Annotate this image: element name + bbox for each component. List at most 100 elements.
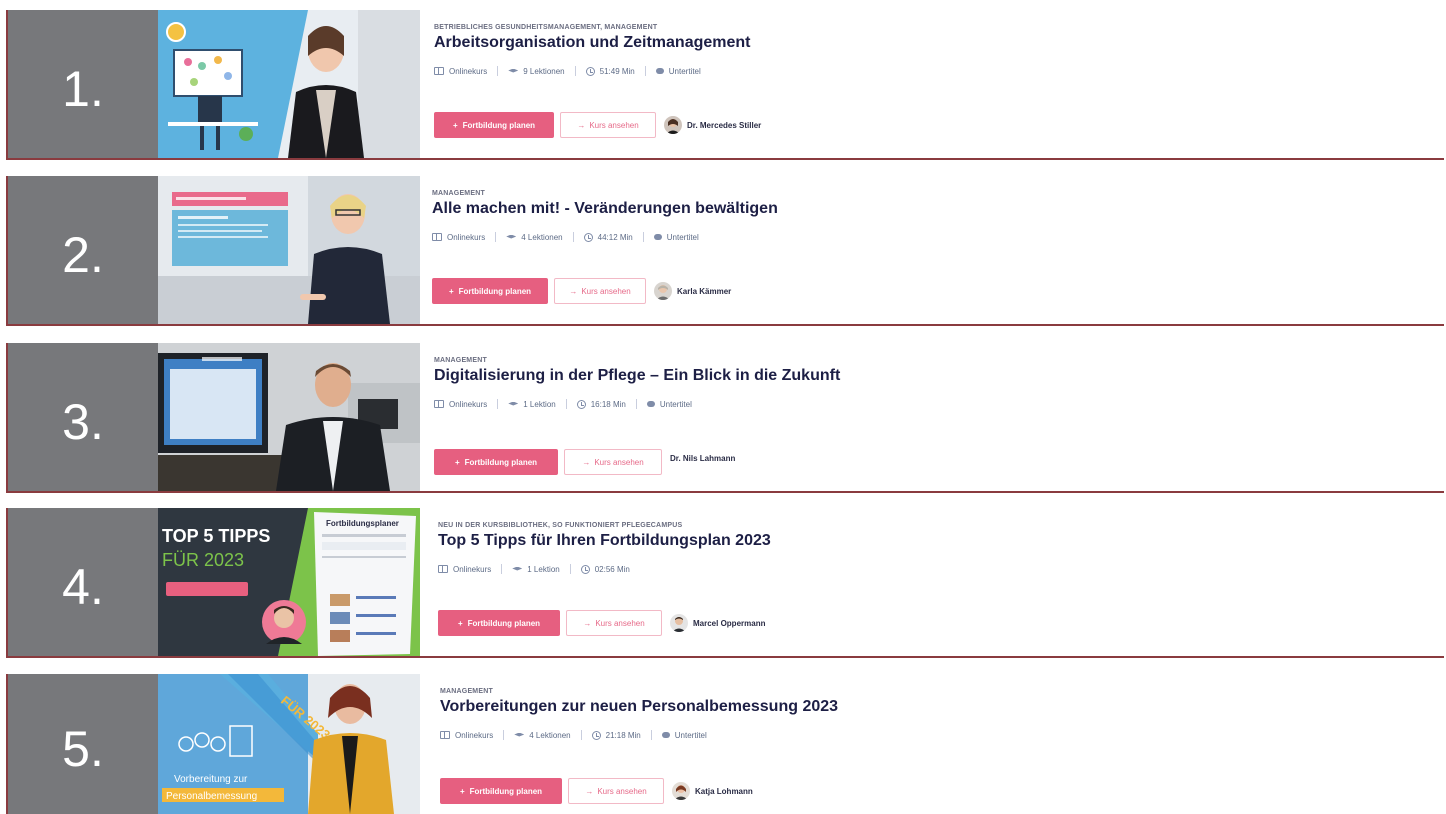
course-thumbnail[interactable] <box>158 343 420 491</box>
plan-training-button[interactable]: + Fortbildung planen <box>438 610 560 636</box>
subtitle-icon <box>646 401 655 407</box>
arrow-right-icon: → <box>585 786 594 796</box>
author-name[interactable]: Dr. Mercedes Stiller <box>687 121 761 130</box>
course-actions: + Fortbildung planen → Kurs ansehen Dr. Ni… <box>434 449 735 475</box>
plan-training-button[interactable]: + Fortbildung planen <box>434 449 558 475</box>
course-info: Management Vorbereitungen zur neuen Pers… <box>440 674 1444 812</box>
view-course-button[interactable]: → Kurs ansehen <box>568 778 664 804</box>
meta-separator <box>497 66 499 76</box>
course-row: 4. Fortbildungsplaner TOP 5 TIPPS FÜR 20… <box>6 508 1444 658</box>
thumb-screen-title: Fortbildungsplaner <box>326 519 399 528</box>
meta-separator <box>501 564 503 574</box>
plan-training-button[interactable]: + Fortbildung planen <box>440 778 562 804</box>
course-title[interactable]: Digitalisierung in der Pflege – Ein Blic… <box>434 367 840 385</box>
subtitle-icon <box>653 234 662 240</box>
course-row: 2. Management Alle machen mit! - Verände… <box>6 176 1444 326</box>
course-category: Management <box>440 688 493 695</box>
course-duration: 02:56 Min <box>594 564 630 574</box>
course-subtitle-flag: Untertitel <box>659 399 692 409</box>
subtitle-icon <box>661 732 670 738</box>
thumb-subheadline: FÜR 2023 <box>162 550 244 570</box>
course-subtitle-flag: Untertitel <box>666 232 699 242</box>
course-row: 5. FÜR 2023 Vorbereitung zur Personalbem… <box>6 674 1444 814</box>
meta-separator <box>644 66 646 76</box>
plus-icon: + <box>459 786 465 796</box>
thumb-headline: TOP 5 TIPPS <box>162 526 270 546</box>
rank-number: 5. <box>8 674 158 814</box>
row-divider <box>6 491 1444 493</box>
book-icon <box>440 731 450 739</box>
author-avatar <box>654 282 672 300</box>
course-thumbnail[interactable]: Fortbildungsplaner TOP 5 TIPPS FÜR 2023 <box>158 508 420 656</box>
view-course-button[interactable]: → Kurs ansehen <box>554 278 646 304</box>
course-title[interactable]: Top 5 Tipps für Ihren Fortbildungsplan 2… <box>438 532 771 550</box>
meta-separator <box>503 730 505 740</box>
view-course-button[interactable]: → Kurs ansehen <box>566 610 662 636</box>
author-name[interactable]: Karla Kämmer <box>677 287 731 296</box>
clock-icon <box>576 399 586 409</box>
course-info: Management Alle machen mit! - Veränderun… <box>432 176 1444 324</box>
course-category: Betriebliches Gesundheitsmanagement, Man… <box>434 24 658 31</box>
course-duration: 44:12 Min <box>597 232 633 242</box>
course-info: Neu in der Kursbibliothek, So funktionie… <box>438 508 1444 656</box>
rank-number: 4. <box>8 508 158 656</box>
graduation-cap-icon <box>506 234 517 239</box>
meta-separator <box>572 232 574 242</box>
book-icon <box>434 400 444 408</box>
course-title[interactable]: Vorbereitungen zur neuen Personalbemessu… <box>440 698 838 716</box>
course-duration: 16:18 Min <box>590 399 626 409</box>
course-thumbnail[interactable] <box>158 10 420 158</box>
plus-icon: + <box>457 618 463 628</box>
graduation-cap-icon <box>512 566 523 571</box>
view-course-button[interactable]: → Kurs ansehen <box>564 449 662 475</box>
thumb-caption-line2: Personalbemessung <box>166 791 257 802</box>
rank-number: 2. <box>8 176 158 324</box>
book-icon <box>434 67 444 75</box>
arrow-right-icon: → <box>583 618 592 628</box>
course-type: Onlinekurs <box>447 232 486 242</box>
row-divider <box>6 324 1444 326</box>
course-type: Onlinekurs <box>449 399 488 409</box>
course-meta: Onlinekurs 1 Lektion 02:56 Min <box>438 564 630 574</box>
course-subtitle-flag: Untertitel <box>674 730 707 740</box>
author-avatar <box>672 782 690 800</box>
course-lessons: 9 Lektionen <box>523 66 565 76</box>
author-name[interactable]: Katja Lohmann <box>695 787 753 796</box>
meta-separator <box>569 564 571 574</box>
book-icon <box>432 233 442 241</box>
course-title[interactable]: Arbeitsorganisation und Zeitmanagement <box>434 34 750 52</box>
plan-training-button[interactable]: + Fortbildung planen <box>432 278 548 304</box>
plus-icon: + <box>448 286 454 296</box>
arrow-right-icon: → <box>569 286 578 296</box>
course-type: Onlinekurs <box>449 66 488 76</box>
meta-separator <box>635 399 637 409</box>
course-actions: + Fortbildung planen → Kurs ansehen Karla … <box>432 278 731 304</box>
course-category: Neu in der Kursbibliothek, So funktionie… <box>438 522 683 529</box>
author-avatar <box>664 116 682 134</box>
graduation-cap-icon <box>508 401 519 406</box>
row-divider <box>6 656 1444 658</box>
meta-separator <box>574 66 576 76</box>
course-category: Management <box>432 190 485 197</box>
plus-icon: + <box>452 120 458 130</box>
thumb-caption-line1: Vorbereitung zur <box>174 774 248 785</box>
meta-separator <box>495 232 497 242</box>
course-thumbnail[interactable] <box>158 176 420 324</box>
course-info: Betriebliches Gesundheitsmanagement, Man… <box>434 10 1444 158</box>
view-course-button[interactable]: → Kurs ansehen <box>560 112 656 138</box>
author-name[interactable]: Marcel Oppermann <box>693 619 765 628</box>
subtitle-icon <box>655 68 664 74</box>
book-icon <box>438 565 448 573</box>
author-name[interactable]: Dr. Nils Lahmann <box>670 454 735 463</box>
graduation-cap-icon <box>508 68 519 73</box>
clock-icon <box>580 564 590 574</box>
course-lessons: 4 Lektionen <box>521 232 563 242</box>
meta-separator <box>565 399 567 409</box>
course-category: Management <box>434 357 487 364</box>
course-lessons: 1 Lektion <box>523 399 556 409</box>
course-meta: Onlinekurs 1 Lektion 16:18 Min Untertite… <box>434 399 692 409</box>
course-thumbnail[interactable]: FÜR 2023 Vorbereitung zur Personalbemess… <box>158 674 420 814</box>
course-title[interactable]: Alle machen mit! - Veränderungen bewälti… <box>432 200 778 218</box>
clock-icon <box>591 730 601 740</box>
plan-training-button[interactable]: + Fortbildung planen <box>434 112 554 138</box>
